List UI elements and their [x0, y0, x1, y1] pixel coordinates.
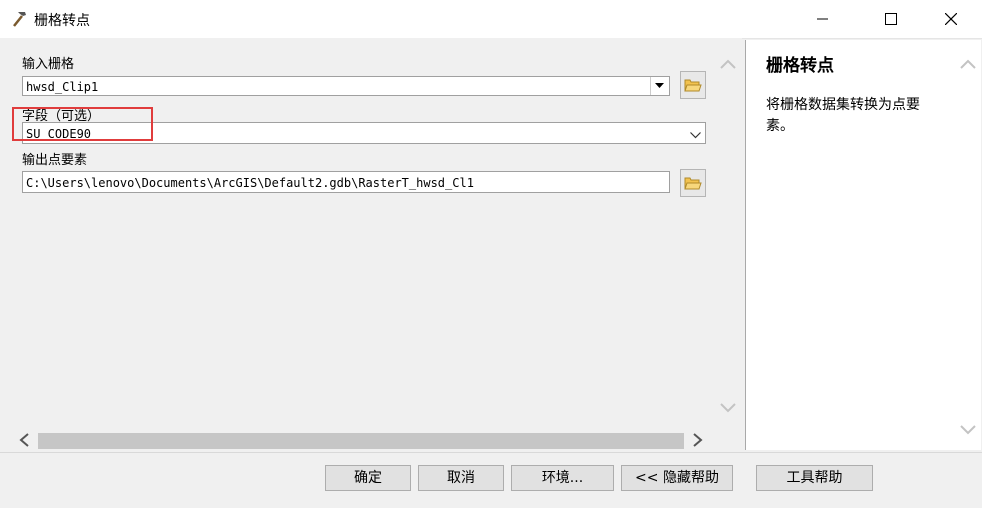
tool-help-button[interactable]: 工具帮助: [756, 465, 873, 491]
output-points-input[interactable]: C:\Users\lenovo\Documents\ArcGIS\Default…: [22, 171, 670, 193]
browse-input-button[interactable]: [680, 71, 706, 99]
parameters-panel: [0, 38, 742, 452]
input-raster-combobox[interactable]: hwsd_Clip1: [22, 76, 670, 96]
dropdown-arrow-icon: [655, 83, 664, 88]
scroll-down-icon: [960, 425, 976, 435]
help-description: 将栅格数据集转换为点要素。: [766, 97, 920, 134]
hide-help-button[interactable]: << 隐藏帮助: [621, 465, 733, 491]
scroll-right-icon: [693, 433, 703, 447]
window-title: 栅格转点: [34, 13, 90, 29]
minimize-icon: [817, 18, 828, 20]
input-raster-label: 输入栅格: [22, 57, 75, 72]
scroll-up-icon: [960, 59, 976, 69]
output-points-value: C:\Users\lenovo\Documents\ArcGIS\Default…: [26, 176, 474, 190]
scroll-up-icon: [720, 59, 736, 69]
close-icon: [945, 13, 957, 25]
horizontal-scroll-thumb[interactable]: [38, 433, 684, 449]
input-raster-dropdown-button[interactable]: [650, 77, 668, 95]
minimize-button[interactable]: [800, 0, 846, 38]
hammer-icon: [10, 10, 28, 28]
output-points-label: 输出点要素: [22, 153, 88, 168]
ok-button[interactable]: 确定: [325, 465, 411, 491]
cancel-button[interactable]: 取消: [418, 465, 504, 491]
maximize-icon: [885, 13, 897, 25]
help-title: 栅格转点: [766, 56, 834, 76]
input-raster-value: hwsd_Clip1: [26, 80, 99, 94]
help-vertical-scrollbar[interactable]: [956, 50, 980, 440]
scroll-down-icon: [720, 403, 736, 413]
environments-button[interactable]: 环境...: [511, 465, 614, 491]
maximize-button[interactable]: [868, 0, 914, 38]
highlight-annotation: [12, 107, 153, 141]
folder-open-icon: [684, 177, 702, 190]
parameters-vertical-scrollbar[interactable]: [716, 50, 740, 422]
close-button[interactable]: [928, 0, 974, 38]
chevron-down-icon[interactable]: [690, 128, 701, 143]
folder-open-icon: [684, 79, 702, 92]
scroll-left-icon: [19, 433, 29, 447]
browse-output-button[interactable]: [680, 169, 706, 197]
